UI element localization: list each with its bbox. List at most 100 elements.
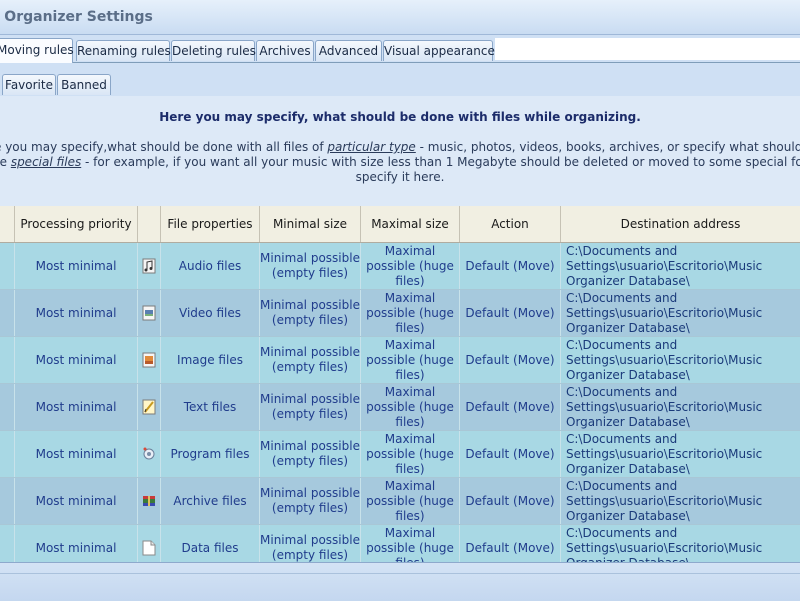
archive-file-icon [142,493,156,509]
table-header: Processing priority File properties Mini… [0,206,800,243]
destination-cell[interactable]: C:\Documents and Settings\usuario\Escrit… [561,431,800,477]
action-cell[interactable]: Default (Move) [460,384,561,430]
row-selector[interactable] [0,290,15,336]
sub-tab-strip: Favorite Banned [0,72,800,97]
image-file-icon [142,352,156,368]
tab-renaming-rules[interactable]: Renaming rules [76,40,171,61]
priority-cell[interactable]: Most minimal [15,525,138,562]
video-file-icon [142,305,156,321]
text-file-icon [142,399,156,415]
file-properties-cell[interactable]: Image files [161,337,260,383]
action-cell[interactable]: Default (Move) [460,525,561,562]
status-bar [0,562,800,601]
minimal-size-cell[interactable]: Minimal possible (empty files) [260,384,361,430]
status-divider [0,573,800,574]
table-row[interactable]: Most minimal Text files Minimal possible (… [0,384,800,431]
moving-rules-panel: Here you may specify, what should be don… [0,96,800,562]
tab-archives[interactable]: Archives [256,40,314,61]
main-tab-strip: Moving rules Renaming rules Deleting rul… [0,38,800,63]
tab-favorite[interactable]: Favorite [2,74,56,95]
table-row[interactable]: Most minimal Video files Minimal possible … [0,290,800,337]
maximal-size-cell[interactable]: Maximal possible (huge files) [361,290,460,336]
priority-cell[interactable]: Most minimal [15,337,138,383]
tab-strip-background [495,38,800,60]
maximal-size-cell[interactable]: Maximal possible (huge files) [361,525,460,562]
priority-cell[interactable]: Most minimal [15,431,138,477]
maximal-size-cell[interactable]: Maximal possible (huge files) [361,243,460,289]
maximal-size-cell[interactable]: Maximal possible (huge files) [361,337,460,383]
description-text: e you may specify,what should be done wi… [0,140,328,154]
destination-cell[interactable]: C:\Documents and Settings\usuario\Escrit… [561,290,800,336]
tab-advanced[interactable]: Advanced [315,40,382,61]
table-row[interactable]: Most minimal Audio files Minimal possible … [0,243,800,290]
description-line-3: specify it here. [355,170,445,184]
maximal-size-cell[interactable]: Maximal possible (huge files) [361,478,460,524]
destination-cell[interactable]: C:\Documents and Settings\usuario\Escrit… [561,243,800,289]
action-cell[interactable]: Default (Move) [460,290,561,336]
audio-file-icon [142,258,156,274]
tab-visual-appearance[interactable]: Visual appearance [383,40,495,61]
row-selector[interactable] [0,384,15,430]
column-header-properties[interactable]: File properties [161,206,260,242]
minimal-size-cell[interactable]: Minimal possible (empty files) [260,337,361,383]
file-type-icon-cell [138,431,161,477]
program-file-icon [142,446,156,462]
priority-cell[interactable]: Most minimal [15,243,138,289]
maximal-size-cell[interactable]: Maximal possible (huge files) [361,384,460,430]
window-title: sic Organizer Settings [0,9,153,25]
table-row[interactable]: Most minimal Program files Minimal possibl… [0,431,800,478]
description-text: he [0,155,7,169]
panel-description: e you may specify,what should be done wi… [0,140,800,185]
file-type-icon-cell [138,525,161,562]
minimal-size-cell[interactable]: Minimal possible (empty files) [260,290,361,336]
destination-cell[interactable]: C:\Documents and Settings\usuario\Escrit… [561,525,800,563]
rules-table: Processing priority File properties Mini… [0,206,800,562]
row-selector[interactable] [0,431,15,477]
destination-cell[interactable]: C:\Documents and Settings\usuario\Escrit… [561,337,800,383]
tab-deleting-rules[interactable]: Deleting rules [171,40,256,61]
description-text: - music, photos, videos, books, archives… [419,140,800,154]
table-row[interactable]: Most minimal Data files Minimal possible (… [0,525,800,562]
destination-cell[interactable]: C:\Documents and Settings\usuario\Escrit… [561,478,800,524]
row-selector[interactable] [0,478,15,524]
file-properties-cell[interactable]: Video files [161,290,260,336]
row-selector[interactable] [0,243,15,289]
table-row[interactable]: Most minimal Archive files Minimal possibl… [0,478,800,525]
action-cell[interactable]: Default (Move) [460,337,561,383]
particular-type-link[interactable]: particular type [327,140,415,154]
file-type-icon-cell [138,337,161,383]
priority-cell[interactable]: Most minimal [15,290,138,336]
priority-cell[interactable]: Most minimal [15,478,138,524]
tab-moving-rules[interactable]: Moving rules [0,38,74,63]
row-selector[interactable] [0,525,15,562]
description-line-1: e you may specify,what should be done wi… [0,140,800,155]
minimal-size-cell[interactable]: Minimal possible (empty files) [260,431,361,477]
file-properties-cell[interactable]: Program files [161,431,260,477]
file-properties-cell[interactable]: Data files [161,525,260,562]
maximal-size-cell[interactable]: Maximal possible (huge files) [361,431,460,477]
file-type-icon-cell [138,243,161,289]
column-header-destination[interactable]: Destination address [561,206,800,242]
action-cell[interactable]: Default (Move) [460,478,561,524]
column-header-priority[interactable]: Processing priority [15,206,138,242]
file-properties-cell[interactable]: Archive files [161,478,260,524]
description-text: - for example, if you want all your musi… [85,155,800,169]
action-cell[interactable]: Default (Move) [460,431,561,477]
minimal-size-cell[interactable]: Minimal possible (empty files) [260,243,361,289]
description-line-2: he special files - for example, if you w… [0,155,800,170]
column-header-icon [138,206,161,242]
row-selector[interactable] [0,337,15,383]
minimal-size-cell[interactable]: Minimal possible (empty files) [260,525,361,562]
priority-cell[interactable]: Most minimal [15,384,138,430]
minimal-size-cell[interactable]: Minimal possible (empty files) [260,478,361,524]
file-properties-cell[interactable]: Audio files [161,243,260,289]
column-header-max-size[interactable]: Maximal size [361,206,460,242]
tab-banned[interactable]: Banned [57,74,111,95]
table-row[interactable]: Most minimal Image files Minimal possible … [0,337,800,384]
column-header-min-size[interactable]: Minimal size [260,206,361,242]
file-properties-cell[interactable]: Text files [161,384,260,430]
column-header-action[interactable]: Action [460,206,561,242]
destination-cell[interactable]: C:\Documents and Settings\usuario\Escrit… [561,384,800,430]
action-cell[interactable]: Default (Move) [460,243,561,289]
special-files-link[interactable]: special files [11,155,81,169]
